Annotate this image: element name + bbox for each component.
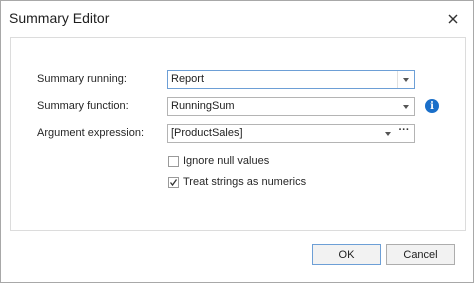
argument-expression-value: [ProductSales] [171, 127, 243, 139]
treat-strings-as-numerics-checkbox[interactable]: Treat strings as numerics [168, 176, 306, 188]
summary-running-dropdown-button[interactable] [397, 71, 414, 88]
ignore-null-values-label: Ignore null values [183, 155, 270, 167]
summary-running-select[interactable]: Report [167, 70, 415, 89]
cancel-button-label: Cancel [403, 248, 438, 261]
close-button[interactable] [443, 9, 463, 29]
ignore-null-values-checkbox[interactable]: Ignore null values [168, 155, 269, 167]
summary-function-label: Summary function: [37, 100, 129, 112]
checkbox-box[interactable] [168, 155, 179, 167]
checkmark-icon [169, 178, 178, 186]
summary-function-value: RunningSum [171, 100, 235, 112]
ok-button-label: OK [338, 248, 355, 261]
summary-function-dropdown-button[interactable] [398, 98, 414, 115]
dropdown-arrow-icon [385, 131, 391, 136]
info-glyph: i [430, 100, 434, 112]
cancel-button[interactable]: Cancel [386, 244, 455, 265]
summary-function-select[interactable]: RunningSum [167, 97, 415, 116]
info-icon[interactable]: i [425, 99, 439, 113]
checkbox-box[interactable] [168, 176, 179, 188]
ellipsis-button[interactable]: ··· [396, 125, 412, 142]
close-icon [448, 14, 458, 24]
argument-expression-dropdown-button[interactable] [380, 125, 396, 142]
dialog-title: Summary Editor [9, 10, 110, 26]
ok-button[interactable]: OK [312, 244, 381, 265]
argument-expression-input[interactable]: [ProductSales] ··· [167, 124, 415, 143]
summary-editor-dialog: Summary Editor Summary running: Report S… [0, 0, 474, 283]
ellipsis-icon: ··· [398, 124, 410, 136]
dropdown-arrow-icon [403, 104, 409, 109]
treat-strings-as-numerics-label: Treat strings as numerics [183, 176, 307, 188]
argument-expression-label: Argument expression: [37, 127, 144, 139]
title-bar: Summary Editor [1, 1, 473, 37]
dropdown-arrow-icon [403, 77, 409, 82]
summary-running-value: Report [171, 73, 205, 85]
summary-running-label: Summary running: [37, 73, 127, 85]
